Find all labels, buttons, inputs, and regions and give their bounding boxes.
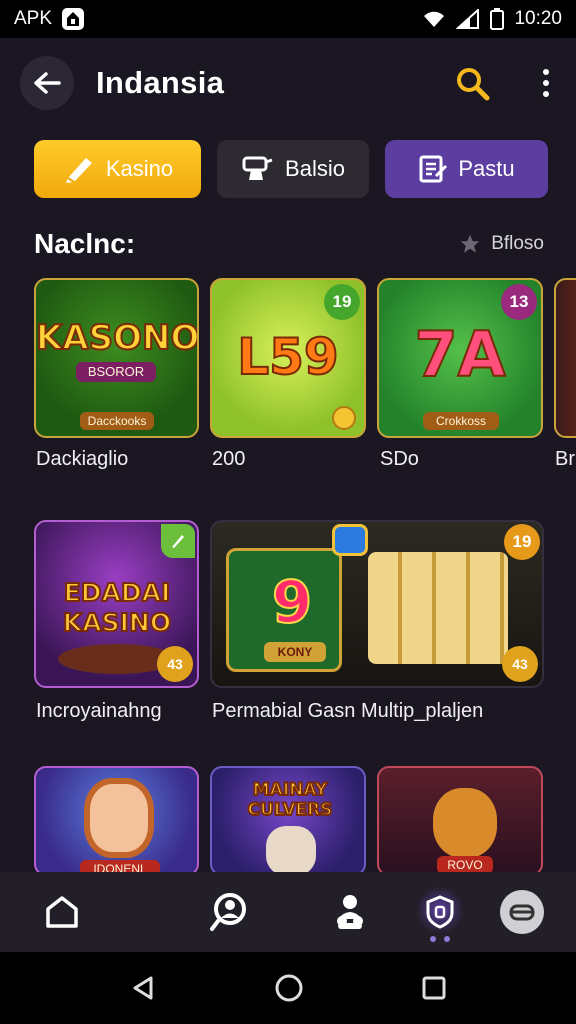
character-face-art xyxy=(84,778,154,858)
arrow-left-icon xyxy=(34,72,61,94)
home-icon xyxy=(46,896,78,928)
chip-label: Pastu xyxy=(458,156,515,181)
search-button[interactable] xyxy=(450,61,494,105)
game-tile[interactable] xyxy=(554,278,576,438)
game-title: SDo xyxy=(380,448,419,470)
home-circle-icon[interactable] xyxy=(274,973,304,1003)
app-screen: APK 10:20 Indansia Kasino Balsio Pastu N… xyxy=(0,0,576,1024)
game-art-title: KASONO xyxy=(36,317,199,359)
game-art-title: L59 xyxy=(236,327,339,387)
game-badge: 43 xyxy=(157,646,193,682)
active-indicator xyxy=(430,936,450,942)
game-art-plate: Dacckooks xyxy=(80,412,154,430)
game-badge: 43 xyxy=(502,646,538,682)
game-title: Incroyainahng xyxy=(36,700,162,722)
section-filter[interactable]: Bfloso xyxy=(459,233,544,255)
game-art-subtitle: KONY xyxy=(264,642,326,662)
shield-icon xyxy=(426,895,454,929)
game-tile[interactable]: EDADAI KASINO 43 xyxy=(34,520,199,688)
coin-icon xyxy=(332,406,356,430)
character-face-art xyxy=(266,826,316,874)
slot-reel-right xyxy=(368,552,508,664)
dice-icon xyxy=(332,524,368,556)
game-tile[interactable]: MAINAY CULVERS xyxy=(210,766,366,876)
wifi-icon xyxy=(424,11,445,27)
users-icon xyxy=(337,895,363,929)
game-art-title: 9 xyxy=(271,567,313,637)
game-badge: 13 xyxy=(501,284,537,320)
category-chips: Kasino Balsio Pastu xyxy=(34,140,554,198)
chip-kasino[interactable]: Kasino xyxy=(34,140,201,198)
clock: 10:20 xyxy=(514,8,562,29)
game-tile[interactable]: IDONENL xyxy=(34,766,199,876)
signal-icon xyxy=(456,9,480,29)
recents-square-icon[interactable] xyxy=(421,975,447,1001)
nav-home[interactable] xyxy=(14,872,110,952)
pen-icon xyxy=(172,535,184,548)
game-art-title: 7A xyxy=(413,317,506,392)
game-art-title: MAINAY CULVERS xyxy=(247,779,334,821)
game-badge: 19 xyxy=(504,524,540,560)
game-tile[interactable]: L59 19 xyxy=(210,278,366,438)
game-badge xyxy=(161,524,195,558)
game-title: 200 xyxy=(212,448,246,470)
search-icon xyxy=(457,68,490,101)
more-options-button[interactable] xyxy=(536,61,556,105)
battery-icon xyxy=(490,8,505,30)
game-art-title: EDADAI KASINO xyxy=(62,577,172,638)
game-art-plate: Crokkoss xyxy=(423,412,499,430)
clipboard-icon xyxy=(419,155,448,183)
search-person-icon xyxy=(210,893,246,931)
back-triangle-icon[interactable] xyxy=(129,974,157,1002)
dot-icon xyxy=(543,91,549,97)
nav-search[interactable] xyxy=(182,872,278,952)
chip-balsio[interactable]: Balsio xyxy=(217,140,369,198)
section-title: Naclnc: xyxy=(34,228,136,259)
bottom-navigation xyxy=(0,872,576,952)
nav-support[interactable] xyxy=(474,872,570,952)
game-tile[interactable]: KASONO BSOROR Dacckooks xyxy=(34,278,199,438)
dot-icon xyxy=(543,69,549,75)
back-button[interactable] xyxy=(20,56,74,110)
game-tile[interactable]: ROVO xyxy=(377,766,543,876)
dot-icon xyxy=(543,80,549,86)
game-title: Br xyxy=(555,448,575,470)
lion-art xyxy=(433,788,497,858)
game-tile[interactable]: 7A 13 Crokkoss xyxy=(377,278,543,438)
carrier-label: APK xyxy=(14,8,53,29)
chip-pastu[interactable]: Pastu xyxy=(385,140,548,198)
section-filter-label: Bfloso xyxy=(491,233,544,254)
game-badge: 19 xyxy=(324,284,360,320)
card-stand-icon xyxy=(242,156,273,180)
star-icon xyxy=(461,234,480,253)
chip-label: Kasino xyxy=(105,156,174,181)
app-notification-icon xyxy=(62,8,85,30)
system-navigation-bar xyxy=(0,952,576,1024)
page-title: Indansia xyxy=(96,65,225,100)
chip-label: Balsio xyxy=(285,156,345,181)
status-bar: APK 10:20 xyxy=(0,0,576,38)
game-tile[interactable]: 9 KONY 19 43 xyxy=(210,520,544,688)
app-bar: Indansia xyxy=(0,38,576,128)
nav-users[interactable] xyxy=(302,872,398,952)
support-icon xyxy=(509,904,535,921)
section-header: Naclnc: Bfloso xyxy=(34,224,544,264)
game-title: Permabial Gasn Multip_plaljen xyxy=(212,700,484,722)
game-title: Dackiaglio xyxy=(36,448,129,470)
game-art-subtitle: BSOROR xyxy=(76,362,156,382)
pen-icon xyxy=(65,158,92,183)
